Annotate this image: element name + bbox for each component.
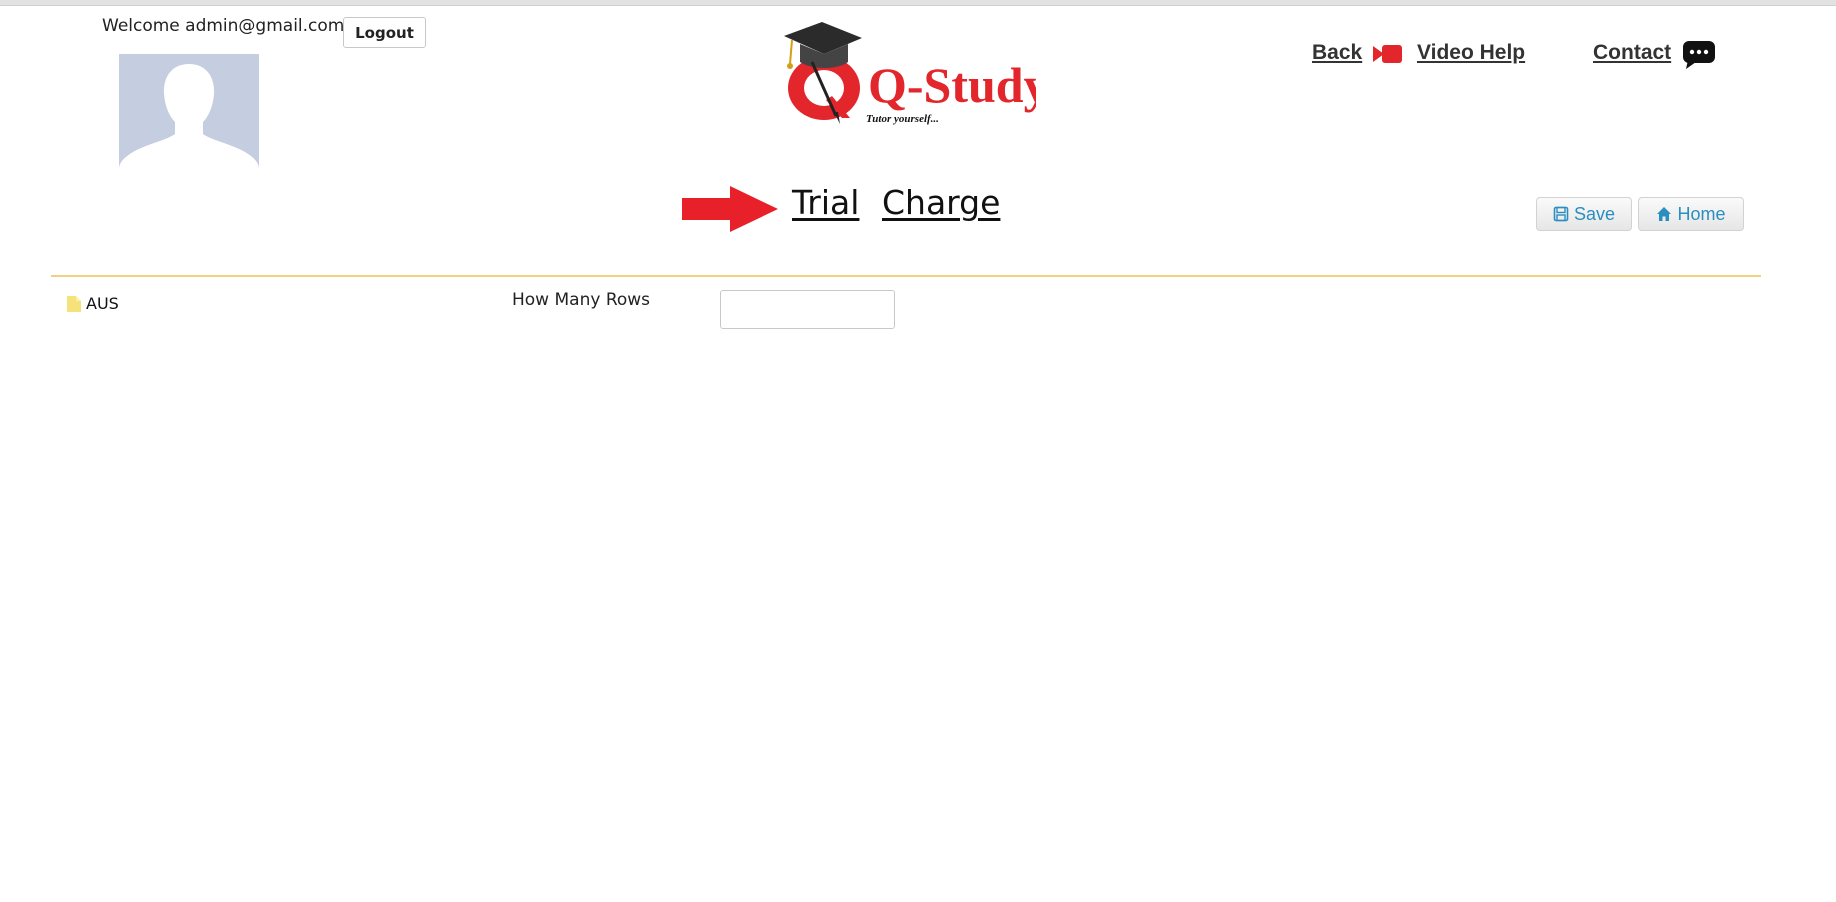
home-button-label: Home [1677, 203, 1726, 224]
home-button[interactable]: Home [1638, 197, 1744, 231]
avatar [119, 54, 259, 176]
graduation-cap-icon: Q-Study Tutor yourself... [784, 22, 1049, 125]
rows-label: How Many Rows [512, 290, 651, 310]
save-button-label: Save [1573, 203, 1616, 224]
tree-item-aus[interactable]: AUS [67, 294, 119, 313]
file-icon [67, 295, 81, 312]
video-help-link[interactable]: Video Help [1417, 41, 1525, 65]
floppy-disk-icon [1553, 206, 1569, 222]
contact-link[interactable]: Contact [1593, 41, 1671, 65]
logo-brand-text: Q-Study [868, 57, 1036, 113]
tab-trial[interactable]: Trial [792, 183, 859, 222]
welcome-text: Welcome admin@gmail.com [102, 16, 345, 36]
chat-bubble-icon [1683, 41, 1715, 69]
section-divider [51, 275, 1761, 277]
tree-item-label: AUS [86, 294, 119, 313]
logout-button[interactable]: Logout [343, 17, 426, 48]
user-silhouette-icon [119, 54, 259, 176]
browser-top-rule [0, 0, 1836, 6]
video-camera-icon [1373, 45, 1402, 63]
save-button[interactable]: Save [1536, 197, 1632, 231]
rows-count-input[interactable] [720, 290, 895, 329]
red-arrow-right-icon [682, 186, 778, 232]
home-icon [1657, 207, 1672, 221]
q-study-logo[interactable]: Q-Study Tutor yourself... [776, 18, 1049, 130]
back-link[interactable]: Back [1312, 41, 1362, 65]
tab-charge[interactable]: Charge [882, 183, 1000, 222]
logo-tagline: Tutor yourself... [866, 113, 939, 125]
